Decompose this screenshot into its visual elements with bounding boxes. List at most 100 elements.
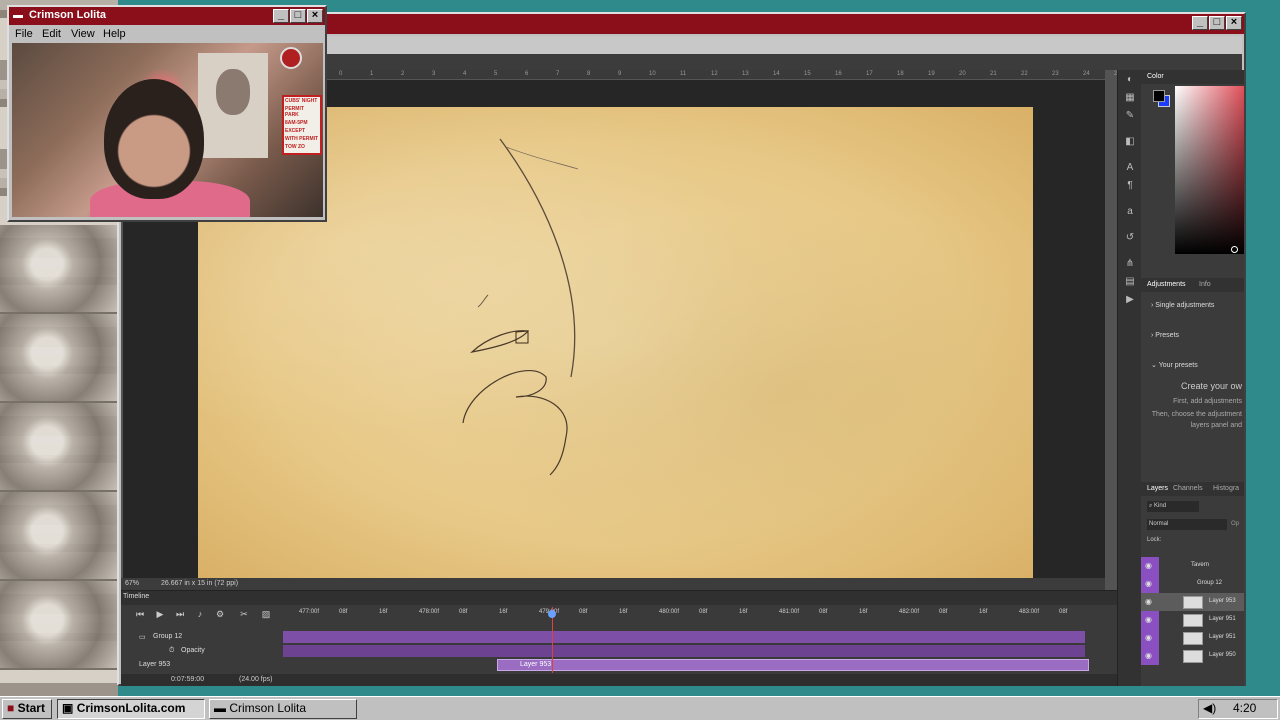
timeline-row-group[interactable]: ▭ Group 12	[121, 631, 281, 643]
timeline-tick-label: 478:00f	[419, 609, 440, 615]
brush-settings-icon[interactable]: ⋔	[1124, 258, 1136, 270]
adjustments-tab[interactable]: Adjustments	[1147, 281, 1186, 288]
timeline-group-track[interactable]	[283, 631, 1085, 643]
timeline-tab[interactable]: Timeline	[123, 593, 149, 600]
timeline-tick-label: 16f	[379, 609, 388, 615]
timeline-tick-label: 08f	[339, 609, 348, 615]
adjust-icon[interactable]: ◧	[1124, 136, 1136, 148]
visibility-eye-icon[interactable]: ◉	[1145, 579, 1152, 588]
timeline-header: Timeline	[121, 591, 1117, 605]
visibility-eye-icon[interactable]: ◉	[1145, 651, 1152, 660]
color-tab[interactable]: Color	[1147, 73, 1164, 80]
layer-row[interactable]: ◉ Layer 950	[1141, 647, 1244, 665]
glyph-icon[interactable]: a	[1124, 206, 1136, 218]
color-picker-field[interactable]	[1175, 86, 1244, 254]
adjustment-presets[interactable]: › Presets	[1151, 332, 1179, 339]
stopwatch-icon[interactable]: ⏱	[169, 647, 174, 655]
maximize-button[interactable]: □	[1209, 16, 1225, 30]
menu-file[interactable]: File	[15, 28, 33, 40]
visibility-eye-icon[interactable]: ◉	[1145, 561, 1152, 570]
histogram-tab[interactable]: Histogra	[1213, 485, 1239, 492]
audio-icon[interactable]: ♪	[193, 609, 207, 623]
ruler-label: 2	[401, 71, 405, 77]
blend-mode-select[interactable]: Normal	[1147, 519, 1227, 530]
next-frame-icon[interactable]: ⏭	[173, 609, 187, 623]
status-bar: 67% 26.667 in x 15 in (72 ppi)	[121, 578, 1105, 590]
wallpaper-tile	[0, 314, 118, 403]
taskbar-button-webcam[interactable]: ▬ Crimson Lolita	[209, 699, 357, 719]
timeline-tick-label: 477:00f	[299, 609, 320, 615]
layer-kind-filter[interactable]: ⌕ Kind	[1147, 501, 1199, 512]
window-icon: ▬	[214, 701, 226, 715]
current-time: 0:07:59:00	[171, 676, 205, 683]
webcam-window[interactable]: ▬ Crimson Lolita _ □ × File Edit View He…	[7, 5, 327, 222]
menu-edit[interactable]: Edit	[42, 28, 61, 40]
visibility-eye-icon[interactable]: ◉	[1145, 633, 1152, 642]
start-button[interactable]: ■ Start	[2, 699, 52, 719]
ruler-label: 19	[928, 71, 935, 77]
wallpaper-tile	[0, 581, 118, 670]
timeline-tick-label: 483:00f	[1019, 609, 1040, 615]
transition-icon[interactable]: ▨	[259, 609, 273, 623]
timeline-tick-label: 08f	[1059, 609, 1068, 615]
timeline-tick-label: 08f	[939, 609, 948, 615]
webcam-titlebar[interactable]: ▬ Crimson Lolita _ □ ×	[9, 7, 325, 25]
paragraph-icon[interactable]: ¶	[1124, 180, 1136, 192]
play-action-icon[interactable]: ▶	[1124, 294, 1136, 306]
layers-tab[interactable]: Layers	[1147, 485, 1168, 492]
close-button[interactable]: ×	[307, 9, 323, 23]
visibility-eye-icon[interactable]: ◉	[1145, 597, 1152, 606]
create-preset-line-3: layers panel and	[1190, 422, 1242, 429]
browser-icon: ▣	[62, 701, 74, 715]
taskbar-button-website[interactable]: ▣ CrimsonLolita.com	[57, 699, 205, 719]
info-tab[interactable]: Info	[1199, 281, 1211, 288]
channels-tab[interactable]: Channels	[1173, 485, 1203, 492]
layers-tabs: Layers Channels Histogra	[1141, 482, 1244, 496]
folder-icon: ▭	[139, 634, 146, 641]
layer-row[interactable]: ◉ Layer 951	[1141, 611, 1244, 629]
timeline-row-opacity[interactable]: ⏱ Opacity	[121, 645, 281, 657]
timeline-ruler[interactable]: 477:00f08f16f478:00f08f16f479:00f08f16f4…	[283, 607, 1107, 621]
playhead-handle[interactable]	[548, 610, 556, 618]
color-picker-cursor[interactable]	[1231, 246, 1238, 253]
adjustment-your-presets[interactable]: ⌄ Your presets	[1151, 361, 1198, 369]
brush-icon[interactable]: ✎	[1124, 110, 1136, 122]
minimize-button[interactable]: _	[1192, 16, 1208, 30]
swatches-icon[interactable]: ▦	[1124, 92, 1136, 104]
prev-frame-icon[interactable]: ⏮	[133, 609, 147, 623]
color-panel-icon[interactable]: ◐	[1124, 74, 1136, 86]
history-icon[interactable]: ↺	[1124, 232, 1136, 244]
adjustments-tabs: Adjustments Info	[1141, 278, 1244, 292]
layer-row-group[interactable]: ◉ Group 12	[1141, 575, 1244, 593]
right-panels: Color Adjustments Info › Single adjustme…	[1141, 70, 1244, 686]
ruler-label: 20	[959, 71, 966, 77]
adjustment-single[interactable]: › Single adjustments	[1151, 302, 1214, 309]
streamer-head	[104, 79, 204, 199]
volume-icon[interactable]: ◀)	[1203, 700, 1216, 717]
timeline-clip[interactable]: Layer 953	[497, 659, 1089, 671]
ruler-label: 14	[773, 71, 780, 77]
foreground-color-swatch[interactable]	[1153, 90, 1165, 102]
menu-help[interactable]: Help	[103, 28, 126, 40]
grid-icon[interactable]: ▤	[1124, 276, 1136, 288]
layer-row-tavern[interactable]: ◉ Tavern	[1141, 557, 1244, 575]
menu-view[interactable]: View	[71, 28, 95, 40]
character-icon[interactable]: A	[1124, 162, 1136, 174]
play-icon[interactable]: ▶	[153, 609, 167, 623]
minimize-button[interactable]: _	[273, 9, 289, 23]
timeline-layer-label: Layer 953	[139, 661, 171, 668]
maximize-button[interactable]: □	[290, 9, 306, 23]
lock-label: Lock:	[1147, 537, 1162, 543]
zoom-level[interactable]: 67%	[125, 580, 139, 587]
layer-row[interactable]: ◉ Layer 951	[1141, 629, 1244, 647]
timeline-row-layer[interactable]: Layer 953	[121, 659, 281, 671]
split-scissors-icon[interactable]: ✂	[237, 609, 251, 623]
layer-row-selected[interactable]: ◉ Layer 953	[1141, 593, 1244, 611]
timeline-panel: Timeline ⏮ ▶ ⏭ ♪ ⚙ ✂ ▨ 477:00f 08f 16f 478:…	[121, 590, 1117, 686]
timeline-opacity-track[interactable]	[283, 645, 1085, 657]
close-button[interactable]: ×	[1226, 16, 1242, 30]
visibility-eye-icon[interactable]: ◉	[1145, 615, 1152, 624]
settings-gear-icon[interactable]: ⚙	[213, 609, 227, 623]
ruler-label: 22	[1021, 71, 1028, 77]
document-size: 26.667 in x 15 in (72 ppi)	[161, 580, 239, 587]
